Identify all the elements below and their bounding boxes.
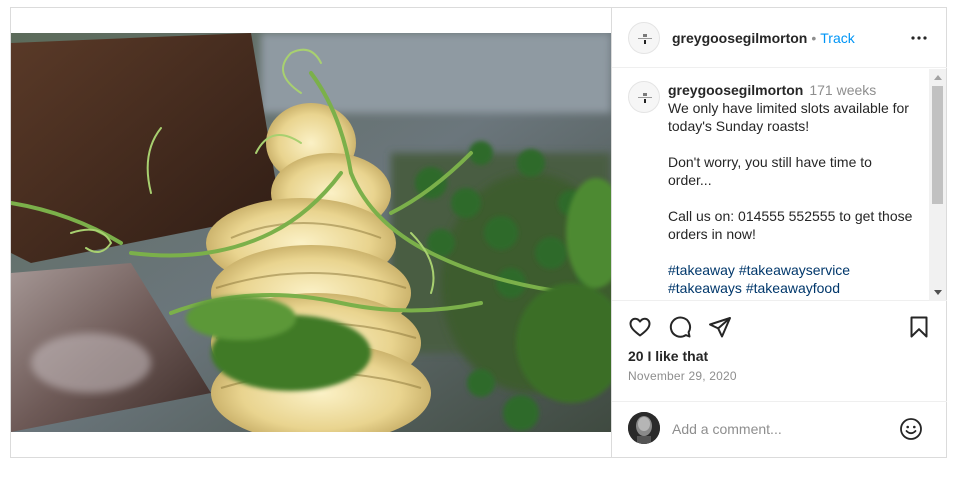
caption-line: Call us on: 014555 552555 to get those o… (668, 208, 913, 242)
caption-line (668, 135, 918, 153)
track-button[interactable]: Track (820, 30, 854, 46)
comment-button[interactable] (668, 315, 692, 339)
separator-dot: • (811, 29, 817, 46)
like-button[interactable] (628, 315, 652, 339)
caption-line (668, 243, 918, 261)
post-date[interactable]: November 29, 2020 (628, 369, 737, 383)
emoji-button[interactable] (899, 417, 923, 441)
post-header: greygoosegilmorton • Track (612, 8, 947, 68)
hashtags-line[interactable]: #takeaways #takeawayfood (668, 279, 918, 297)
food-photo-image (11, 33, 611, 432)
caption-line: Don't worry, you still have time to orde… (668, 154, 872, 188)
save-button[interactable] (907, 315, 931, 339)
bookmark-icon (910, 316, 928, 338)
current-user-avatar (628, 412, 660, 444)
caption-scrollbar[interactable] (929, 69, 946, 301)
caption-area[interactable]: greygoosegilmorton 171 weeks We only have… (612, 69, 947, 301)
header-username[interactable]: greygoosegilmorton (672, 30, 807, 46)
arrow-up-icon (933, 75, 942, 80)
more-options-button[interactable] (907, 26, 931, 50)
caption-line (668, 189, 918, 207)
logo-icon (638, 93, 652, 103)
instagram-embed-card: greygoosegilmorton • Track greygoosegilm… (10, 7, 947, 458)
share-button[interactable] (708, 315, 732, 339)
post-sidebar: greygoosegilmorton • Track greygoosegilm… (611, 8, 947, 457)
logo-icon (638, 33, 652, 44)
post-photo[interactable] (11, 33, 611, 432)
post-media[interactable] (11, 8, 611, 457)
emoji-icon (900, 418, 922, 440)
caption-text: greygoosegilmorton 171 weeks We only have… (668, 81, 918, 297)
action-bar (612, 313, 947, 341)
heart-icon (629, 317, 651, 337)
comment-input[interactable] (672, 418, 892, 440)
hashtags-line[interactable]: #takeaway #takeawayservice (668, 261, 918, 279)
share-icon (709, 317, 731, 338)
caption-username[interactable]: greygoosegilmorton (668, 82, 803, 98)
caption-comment: greygoosegilmorton 171 weeks We only have… (628, 81, 928, 297)
arrow-down-icon (933, 290, 942, 295)
caption-line: We only have limited slots available for… (668, 100, 909, 134)
caption-time[interactable]: 171 weeks (809, 82, 876, 98)
more-options-icon (911, 36, 927, 40)
likes-count[interactable]: 20 I like that (628, 348, 708, 364)
user-photo-icon (628, 412, 660, 444)
account-avatar[interactable] (628, 21, 660, 54)
scroll-down-button[interactable] (929, 284, 946, 301)
comment-icon (669, 316, 692, 338)
caption-avatar[interactable] (628, 81, 660, 113)
scroll-up-button[interactable] (929, 69, 946, 86)
add-comment-bar (612, 401, 947, 457)
scroll-thumb[interactable] (932, 86, 943, 204)
